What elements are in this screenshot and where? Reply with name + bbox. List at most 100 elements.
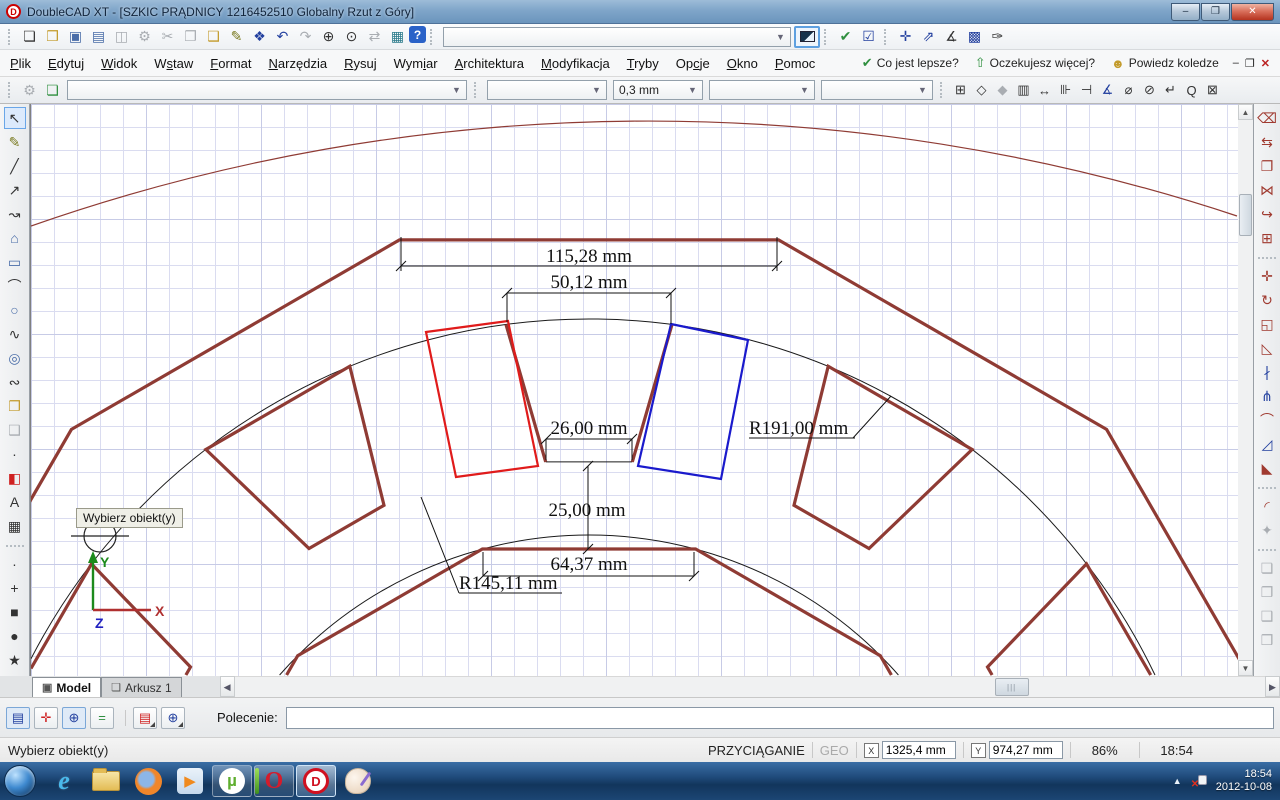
dim-baseline-icon[interactable]: ⊣ <box>1076 80 1097 101</box>
vertical-scroll-thumb[interactable] <box>1239 194 1252 236</box>
property-settings-icon[interactable]: ⚙ <box>18 80 41 101</box>
maximize-button[interactable]: ❐ <box>1201 3 1230 21</box>
dim-move-icon[interactable]: ⊞ <box>950 80 971 101</box>
settings-icon[interactable]: ⚙ <box>133 26 156 47</box>
promo-tell-friend[interactable]: ☻Powiedz koledze <box>1111 56 1219 71</box>
ucs-move-icon[interactable]: ✛ <box>894 26 917 47</box>
table-icon[interactable]: ▦ <box>4 515 26 537</box>
x-coordinate-field[interactable] <box>882 741 956 759</box>
taskbar-doublecad[interactable]: D <box>296 765 336 797</box>
erase-icon[interactable]: ⌫ <box>1256 107 1278 129</box>
move-icon[interactable]: ✛ <box>1256 265 1278 287</box>
select-icon[interactable]: ↖ <box>4 107 26 129</box>
tray-expand-icon[interactable]: ▲ <box>1173 776 1182 786</box>
taskbar-ie[interactable]: e <box>44 765 84 797</box>
print-preview-icon[interactable]: ◫ <box>110 26 133 47</box>
scale-icon[interactable]: ◱ <box>1256 313 1278 335</box>
menu-opcje[interactable]: Opcje <box>676 56 710 71</box>
taskbar-utorrent[interactable]: µ <box>212 765 252 797</box>
scroll-down-icon[interactable]: ▼ <box>1238 660 1253 676</box>
line-style-combo[interactable]: ▼ <box>709 80 815 100</box>
scroll-right-icon[interactable]: ▶ <box>1265 676 1280 697</box>
tab-arkusz-1[interactable]: ❏ Arkusz 1 <box>101 677 182 697</box>
dim-edit-icon[interactable]: ⊠ <box>1202 80 1223 101</box>
regen-icon[interactable]: ⇄ <box>363 26 386 47</box>
horizontal-scrollbar[interactable]: ||| <box>235 676 1265 697</box>
rotate-icon[interactable]: ↻ <box>1256 289 1278 311</box>
chamfer-2-icon[interactable]: ◣ <box>1256 457 1278 479</box>
tray-clock[interactable]: 18:54 2012-10-08 <box>1216 768 1272 794</box>
coord-relative-icon[interactable]: = <box>90 707 114 729</box>
ellipse-icon[interactable]: ◎ <box>4 347 26 369</box>
open-icon[interactable]: ❒ <box>41 26 64 47</box>
angle-measure-icon[interactable]: ∡ <box>940 26 963 47</box>
line-width-combo[interactable]: 0,3 mm ▼ <box>613 80 703 100</box>
construction-icon[interactable]: ↗ <box>4 179 26 201</box>
coord-absolute-icon[interactable]: ⊕ <box>62 707 86 729</box>
new-icon[interactable]: ❏ <box>18 26 41 47</box>
dim-style-icon[interactable]: ▥ <box>1013 80 1034 101</box>
dim-angle-icon[interactable]: ∡ <box>1097 80 1118 101</box>
drawing-canvas[interactable]: 115,28 mm 50,12 mm 26,00 mm 25,00 mm 64,… <box>30 104 1237 676</box>
taskbar-explorer[interactable] <box>86 765 126 797</box>
line-pattern-combo[interactable]: ▼ <box>821 80 933 100</box>
menu-edytuj[interactable]: Edytuj <box>48 56 84 71</box>
point-square-icon[interactable]: ■ <box>4 601 26 623</box>
horizontal-scroll-thumb[interactable]: ||| <box>995 678 1029 696</box>
print-icon[interactable]: ▤ <box>87 26 110 47</box>
zoom-in-icon[interactable]: ⊕ <box>317 26 340 47</box>
mdi-close-button[interactable]: ✕ <box>1261 57 1270 70</box>
brush-icon[interactable]: ✎ <box>225 26 248 47</box>
minimize-button[interactable]: – <box>1171 3 1200 21</box>
zoom-window-icon[interactable]: ⊙ <box>340 26 363 47</box>
paste-icon[interactable]: ❑ <box>202 26 225 47</box>
calculator-icon[interactable]: ▦ <box>386 26 409 47</box>
scroll-up-icon[interactable]: ▲ <box>1238 104 1253 120</box>
check-window-icon[interactable]: ☑ <box>857 26 880 47</box>
freehand-icon[interactable]: ∾ <box>4 371 26 393</box>
mirror-icon[interactable]: ⋈ <box>1256 179 1278 201</box>
menu-narzdzia[interactable]: Narzędzia <box>269 56 328 71</box>
menu-modyfikacja[interactable]: Modyfikacja <box>541 56 610 71</box>
snap-mode[interactable]: PRZYCIĄGANIE <box>708 743 805 758</box>
color-combo[interactable]: ▼ <box>487 80 607 100</box>
array-icon[interactable]: ⊞ <box>1256 227 1278 249</box>
point-plus-icon[interactable]: + <box>4 577 26 599</box>
promo-expect-more[interactable]: ⇧Oczekujesz więcej? <box>975 55 1095 71</box>
spline-icon[interactable]: ∿ <box>4 323 26 345</box>
tab-model[interactable]: ▣ Model <box>32 677 101 697</box>
text-icon[interactable]: A <box>4 491 26 513</box>
line-icon[interactable]: ╱ <box>4 155 26 177</box>
y-coordinate-field[interactable] <box>989 741 1063 759</box>
menu-wstaw[interactable]: Wstaw <box>154 56 193 71</box>
swap-icon[interactable]: ⇆ <box>1256 131 1278 153</box>
menu-format[interactable]: Format <box>210 56 251 71</box>
redo-icon[interactable]: ↷ <box>294 26 317 47</box>
shear-icon[interactable]: ◺ <box>1256 337 1278 359</box>
group-icon[interactable]: ❏ <box>1256 557 1278 579</box>
dim-ticks-icon[interactable]: ⊪ <box>1055 80 1076 101</box>
boolean-subtract-icon[interactable]: ❒ <box>1256 629 1278 651</box>
polygon-icon[interactable]: ⌂ <box>4 227 26 249</box>
command-input[interactable] <box>286 707 1274 729</box>
trim-icon[interactable]: ∤ <box>1256 361 1278 383</box>
layer-combo[interactable]: ▼ <box>67 80 467 100</box>
hatch-icon[interactable]: ▩ <box>963 26 986 47</box>
copy-entity-icon[interactable]: ❐ <box>4 395 26 417</box>
network-disconnected-icon[interactable]: ✕ <box>1191 774 1207 788</box>
render-toggle-button[interactable] <box>794 26 820 48</box>
point-star-icon[interactable]: ★ <box>4 649 26 671</box>
polyline-icon[interactable]: ↝ <box>4 203 26 225</box>
taskbar-media-player[interactable]: ▶ <box>170 765 210 797</box>
paste-entity-icon[interactable]: ❑ <box>4 419 26 441</box>
extend-icon[interactable]: ⋔ <box>1256 385 1278 407</box>
menu-tryby[interactable]: Tryby <box>627 56 659 71</box>
menu-wymiar[interactable]: Wymiar <box>394 56 438 71</box>
dim-aligned-icon[interactable]: ◆ <box>992 80 1013 101</box>
explode-icon[interactable]: ✦ <box>1256 519 1278 541</box>
zoom-level[interactable]: 86% <box>1078 743 1132 758</box>
geo-toggle[interactable]: GEO <box>820 743 849 758</box>
menu-architektura[interactable]: Architektura <box>455 56 524 71</box>
taskbar-opera[interactable]: O <box>254 765 294 797</box>
dim-horizontal-icon[interactable]: ↔ <box>1034 80 1055 101</box>
